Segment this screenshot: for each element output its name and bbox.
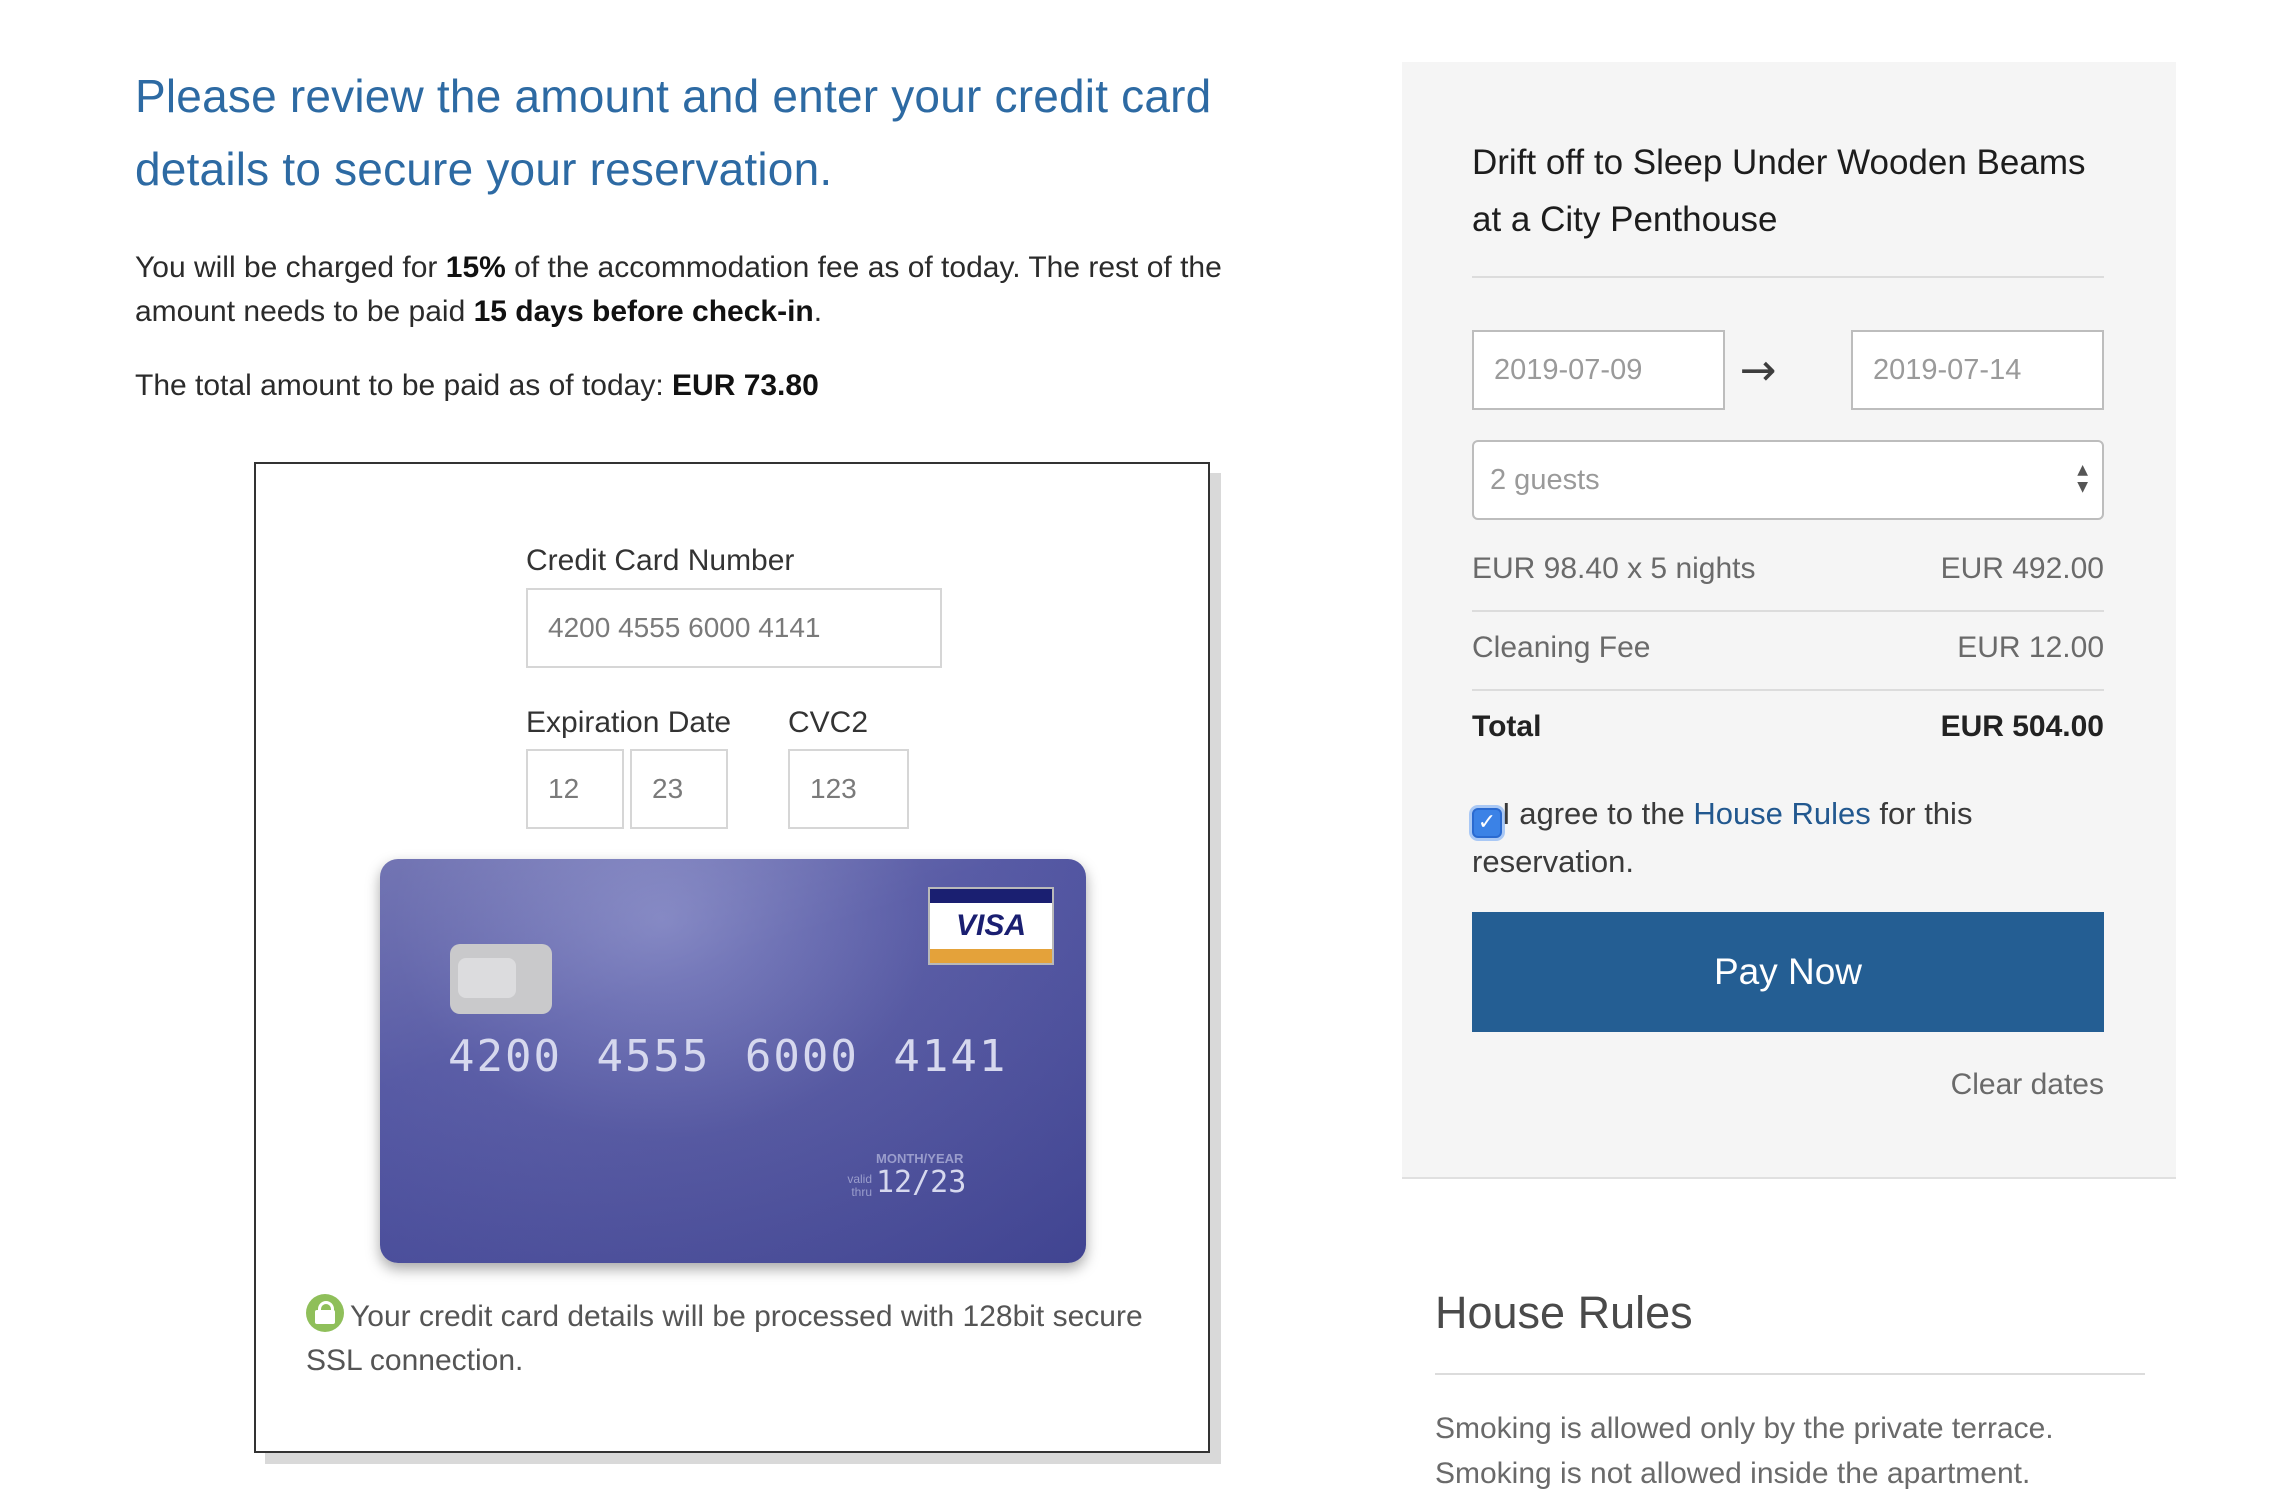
house-rules-text: Smoking is allowed only by the private t… [1435, 1412, 2054, 1490]
charge-suffix: . [813, 295, 823, 328]
credit-card-form: Credit Card Number 4200 4555 6000 4141 E… [254, 462, 1210, 1453]
lock-icon [306, 1294, 344, 1332]
select-arrows-icon: ▲ ▼ [2077, 462, 2088, 495]
price-line-nights: EUR 98.40 x 5 nights EUR 492.00 [1472, 552, 2104, 586]
exp-month-input[interactable]: 12 [526, 749, 624, 829]
visa-logo-text: VISA [955, 909, 1027, 942]
listing-title: Drift off to Sleep Under Wooden Beams at… [1472, 143, 2086, 239]
total-amount: EUR 504.00 [1940, 710, 2104, 743]
cvc-input[interactable]: 123 [788, 749, 909, 829]
price-line-label: EUR 98.40 x 5 nights [1472, 552, 1756, 585]
pay-now-button[interactable]: Pay Now [1472, 912, 2104, 1032]
card-number-label: Credit Card Number [526, 544, 795, 577]
card-chip-icon [450, 944, 552, 1014]
divider [1435, 1373, 2145, 1375]
card-preview-number: 4200 4555 6000 4141 [448, 1031, 1008, 1082]
price-total: Total EUR 504.00 [1472, 710, 2104, 744]
price-line-label: Cleaning Fee [1472, 631, 1651, 664]
divider [1472, 689, 2104, 691]
cvc-label: CVC2 [788, 706, 869, 739]
ssl-note: Your credit card details will be process… [306, 1294, 1166, 1383]
exp-year-input[interactable]: 23 [630, 749, 728, 829]
ssl-note-text: Your credit card details will be process… [306, 1300, 1143, 1377]
total-today-label: The total amount to be paid as of today: [135, 369, 673, 402]
total-label: Total [1472, 710, 1542, 743]
charge-prefix: You will be charged for [135, 251, 446, 284]
guests-value: 2 guests [1490, 463, 1600, 496]
payment-section: Please review the amount and enter your … [135, 60, 1315, 408]
divider [1472, 276, 2104, 278]
price-line-amount: EUR 12.00 [1957, 631, 2104, 664]
agree-prefix: I agree to the [1502, 796, 1694, 831]
total-today-amount: EUR 73.80 [672, 369, 819, 402]
payment-page: Please review the amount and enter your … [0, 0, 2270, 1498]
check-in-date-input[interactable]: 2019-07-09 [1472, 330, 1725, 410]
payment-headline: Please review the amount and enter your … [135, 70, 1212, 195]
price-line-cleaning: Cleaning Fee EUR 12.00 [1472, 631, 2104, 665]
booking-sidebar: Drift off to Sleep Under Wooden Beams at… [1402, 62, 2176, 1179]
card-number-input[interactable]: 4200 4555 6000 4141 [526, 588, 942, 668]
house-rules-agreement: ✓ I agree to the House Rules for this res… [1472, 790, 2112, 886]
clear-dates-link[interactable]: Clear dates [1951, 1068, 2104, 1102]
guests-select[interactable]: 2 guests ▲ ▼ [1472, 440, 2104, 520]
check-out-date-input[interactable]: 2019-07-14 [1851, 330, 2104, 410]
card-month-year-label: MONTH/YEAR [876, 1151, 964, 1166]
expiration-date-label: Expiration Date [526, 706, 732, 739]
agree-checkbox[interactable]: ✓ [1472, 808, 1502, 838]
charge-deadline: 15 days before check-in [473, 295, 814, 328]
charge-percent: 15% [445, 251, 506, 284]
credit-card-preview: VISA 4200 4555 6000 4141 MONTH/YEAR vali… [380, 859, 1086, 1263]
card-valid-thru-label: valid thru [847, 1172, 872, 1199]
total-today: The total amount to be paid as of today:… [135, 364, 1315, 408]
arrow-right-icon: → [1739, 344, 1777, 396]
divider [1472, 610, 2104, 612]
charge-info: You will be charged for 15% of the accom… [135, 246, 1315, 334]
price-line-amount: EUR 492.00 [1940, 552, 2104, 585]
card-preview-expiry: 12/23 [876, 1165, 967, 1200]
house-rules-title: House Rules [1435, 1287, 1693, 1338]
house-rules-link[interactable]: House Rules [1693, 796, 1870, 831]
visa-logo-icon: VISA [928, 887, 1054, 965]
